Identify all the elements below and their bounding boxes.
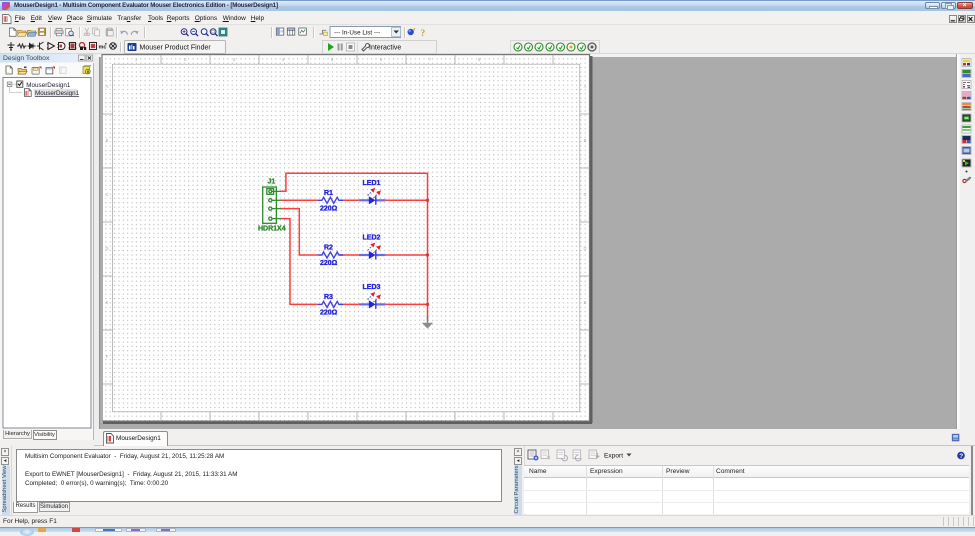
svg-text:mc: mc (99, 45, 107, 51)
svg-text:?: ? (421, 29, 426, 39)
svg-text:E: E (106, 300, 109, 305)
svg-text:C: C (583, 192, 586, 197)
svg-text:F: F (106, 354, 109, 359)
svg-text:A: A (106, 84, 109, 89)
svg-text:HDR1X4: HDR1X4 (258, 226, 286, 233)
svg-text:C: C (105, 192, 108, 197)
svg-text:LED2: LED2 (363, 235, 381, 242)
svg-text:E: E (584, 300, 587, 305)
svg-text:Mouser Product Finder: Mouser Product Finder (140, 45, 212, 52)
svg-text:Export: Export (604, 453, 623, 460)
svg-text:A: A (584, 84, 587, 89)
svg-text:B: B (584, 138, 587, 143)
svg-text:B: B (106, 138, 109, 143)
svg-text:F: F (584, 354, 587, 359)
svg-text:R2: R2 (324, 245, 333, 252)
svg-text:220Ω: 220Ω (320, 310, 338, 317)
svg-text:R1: R1 (324, 190, 333, 197)
svg-text:Interactive: Interactive (369, 45, 401, 52)
svg-text:D: D (583, 246, 586, 251)
svg-text:J1: J1 (268, 179, 276, 186)
svg-text:MouserDesign1: MouserDesign1 (35, 90, 80, 97)
svg-text:--- In-Use List ---: --- In-Use List --- (334, 30, 380, 37)
svg-text:220Ω: 220Ω (320, 260, 338, 267)
svg-text:MouserDesign1: MouserDesign1 (26, 82, 71, 89)
svg-text:D: D (105, 246, 108, 251)
svg-text:LED3: LED3 (363, 284, 381, 291)
svg-text:?: ? (959, 453, 963, 460)
svg-text:LED1: LED1 (363, 180, 381, 187)
svg-text:220Ω: 220Ω (320, 206, 338, 213)
svg-text:R3: R3 (324, 294, 333, 301)
